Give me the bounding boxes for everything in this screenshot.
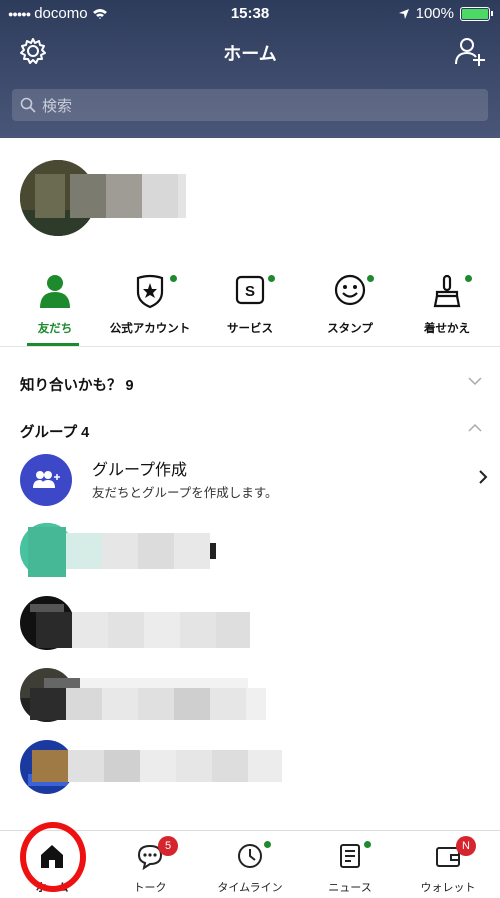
bottom-tab-news[interactable]: ニュース [300, 831, 400, 895]
profile-name-blurred [70, 174, 106, 218]
tab-themes[interactable]: 着せかえ [397, 265, 497, 336]
bottom-tab-talk[interactable]: 5 トーク [100, 831, 200, 895]
location-icon [398, 8, 409, 19]
active-tab-indicator [27, 343, 79, 346]
search-placeholder: 検索 [42, 96, 73, 115]
group-item[interactable] [20, 596, 320, 650]
unread-badge: 5 [158, 836, 178, 856]
new-dot [170, 275, 177, 282]
tab-stickers[interactable]: スタンプ [300, 265, 400, 336]
tab-label: サービス [227, 323, 273, 335]
clock-icon [238, 844, 262, 868]
bottom-tab-wallet[interactable]: N ウォレット [398, 831, 498, 895]
group-item[interactable] [20, 523, 320, 577]
tab-label: 友だち [37, 323, 73, 335]
section-groups[interactable]: グループ 4 [20, 421, 89, 442]
create-group-row[interactable]: グループ作成 友だちとグループを作成します。 [20, 449, 490, 509]
tab-label: 公式アカウント [109, 323, 191, 335]
create-group-subtitle: 友だちとグループを作成します。 [92, 486, 278, 500]
bottom-tab-label: タイムライン [217, 882, 283, 894]
chevron-right-icon [479, 470, 488, 484]
new-dot [465, 275, 472, 282]
brush-icon [433, 274, 461, 308]
search-input[interactable]: 検索 [12, 89, 488, 121]
news-icon [340, 844, 360, 868]
category-tabs: 友だち 公式アカウント S サービス スタンプ 着せかえ [0, 265, 500, 347]
bottom-tab-timeline[interactable]: タイムライン [200, 831, 300, 895]
bottom-tab-label: ニュース [328, 882, 372, 894]
bottom-tab-label: ウォレット [420, 882, 476, 894]
shield-star-icon [136, 274, 164, 309]
person-icon [40, 275, 70, 308]
battery-icon [460, 6, 493, 21]
group-item[interactable] [20, 668, 320, 722]
tab-friends[interactable]: 友だち [5, 265, 105, 346]
svg-text:S: S [245, 283, 255, 300]
new-dot [367, 275, 374, 282]
new-badge: N [456, 836, 476, 856]
tab-services[interactable]: S サービス [200, 265, 300, 336]
bottom-tab-label: トーク [133, 882, 167, 894]
section-recommend[interactable]: 知り合いかも？ 9 [20, 374, 134, 395]
chevron-up-icon[interactable] [468, 423, 482, 433]
add-friend-icon[interactable] [454, 36, 486, 66]
highlight-circle [20, 822, 86, 892]
new-dot [264, 841, 271, 848]
s-box-icon: S [235, 275, 265, 305]
new-dot [268, 275, 275, 282]
smiley-icon [334, 274, 366, 306]
group-item[interactable] [20, 740, 320, 794]
navbar: ホーム [0, 30, 500, 74]
chevron-down-icon[interactable] [468, 376, 482, 386]
new-dot [364, 841, 371, 848]
tab-label: 着せかえ [424, 323, 470, 335]
tab-label: スタンプ [327, 323, 373, 335]
create-group-icon [20, 454, 72, 506]
status-bar: ●●●●● docomo 15:38 100% [0, 0, 500, 28]
search-icon [20, 97, 36, 113]
page-title: ホーム [223, 44, 277, 64]
header: ●●●●● docomo 15:38 100% ホーム 検索 [0, 0, 500, 138]
tab-official-accounts[interactable]: 公式アカウント [100, 265, 200, 336]
battery-percent: 100% [415, 5, 454, 22]
my-profile[interactable] [20, 160, 320, 236]
create-group-title: グループ作成 [92, 462, 188, 479]
